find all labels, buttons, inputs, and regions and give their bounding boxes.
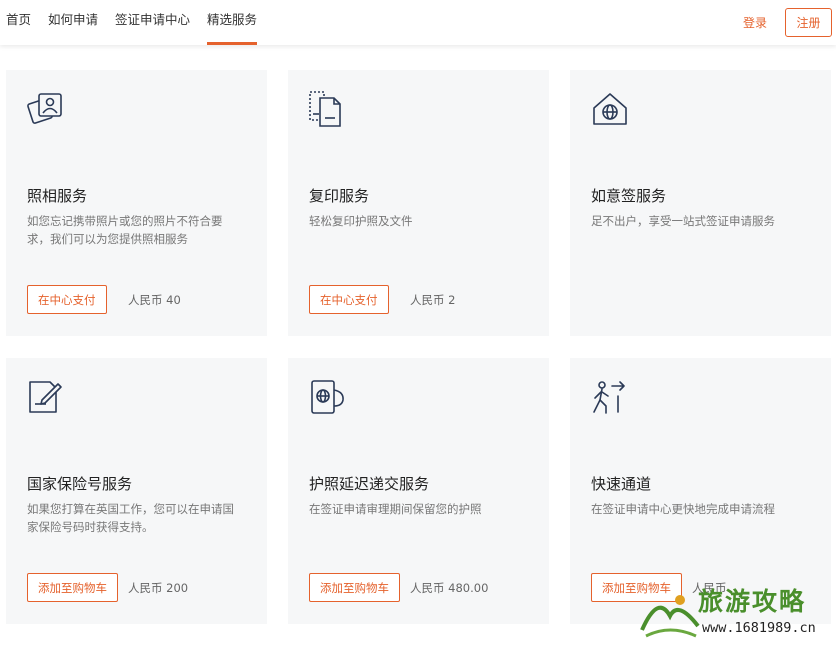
nav-visa-centres[interactable]: 签证申请中心	[115, 0, 190, 45]
card-price: 人民币 480.00	[410, 581, 489, 595]
card-price: 人民币 40	[128, 293, 181, 307]
site-watermark: 旅游攻略 www.1681989.cn	[640, 580, 836, 646]
passport-hand-icon	[311, 380, 344, 414]
card-price: 人民币 2	[410, 293, 456, 307]
card-title: 照相服务	[27, 187, 88, 205]
copy-document-icon	[309, 91, 341, 127]
card-description: 如您忘记携带照片或您的照片不符合要求，我们可以为您提供照相服务	[27, 214, 223, 246]
nav-how-to-apply[interactable]: 如何申请	[48, 0, 98, 45]
register-button[interactable]: 注册	[785, 8, 832, 37]
home-globe-icon	[593, 93, 627, 125]
service-card-photo: 照相服务 如您忘记携带照片或您的照片不符合要求，我们可以为您提供照相服务 在中心…	[6, 70, 267, 336]
nav-home[interactable]: 首页	[6, 0, 31, 45]
card-title: 复印服务	[309, 187, 370, 205]
card-price: 人民币 200	[128, 581, 189, 595]
top-navigation-bar: 首页 如何申请 签证申请中心 精选服务 登录 注册	[0, 0, 836, 45]
service-card-insurance: 国家保险号服务 如果您打算在英国工作，您可以在申请国家保险号码时获得支持。 添加…	[6, 358, 267, 624]
add-to-cart-button[interactable]: 添加至购物车	[27, 573, 118, 602]
card-title: 国家保险号服务	[27, 475, 133, 493]
card-title: 如意签服务	[591, 187, 667, 205]
main-nav: 首页 如何申请 签证申请中心 精选服务	[6, 0, 274, 45]
add-to-cart-button[interactable]: 添加至购物车	[309, 573, 400, 602]
photo-icon	[27, 93, 62, 124]
mountain-logo-icon	[640, 595, 700, 638]
service-card-copy: 复印服务 轻松复印护照及文件 在中心支付 人民币 2	[288, 70, 549, 336]
document-pen-icon	[29, 381, 62, 413]
service-card-premium: 如意签服务 足不出户，享受一站式签证申请服务	[570, 70, 831, 336]
card-description: 在签证申请中心更快地完成申请流程	[591, 502, 775, 516]
watermark-title: 旅游攻略	[698, 587, 807, 616]
login-link[interactable]: 登录	[743, 14, 767, 31]
card-description: 如果您打算在英国工作，您可以在申请国家保险号码时获得支持。	[27, 502, 234, 534]
card-description: 在签证申请审理期间保留您的护照	[309, 502, 482, 516]
walking-arrow-icon	[593, 381, 625, 414]
card-title: 快速通道	[591, 475, 652, 493]
pay-at-centre-button[interactable]: 在中心支付	[27, 285, 107, 314]
watermark-url: www.1681989.cn	[702, 620, 816, 636]
pay-at-centre-button[interactable]: 在中心支付	[309, 285, 389, 314]
card-title: 护照延迟递交服务	[309, 475, 430, 493]
card-description: 足不出户，享受一站式签证申请服务	[591, 214, 775, 228]
card-description: 轻松复印护照及文件	[309, 214, 413, 228]
nav-featured-services[interactable]: 精选服务	[207, 0, 258, 45]
service-card-passport-hold: 护照延迟递交服务 在签证申请审理期间保留您的护照 添加至购物车 人民币 480.…	[288, 358, 549, 624]
